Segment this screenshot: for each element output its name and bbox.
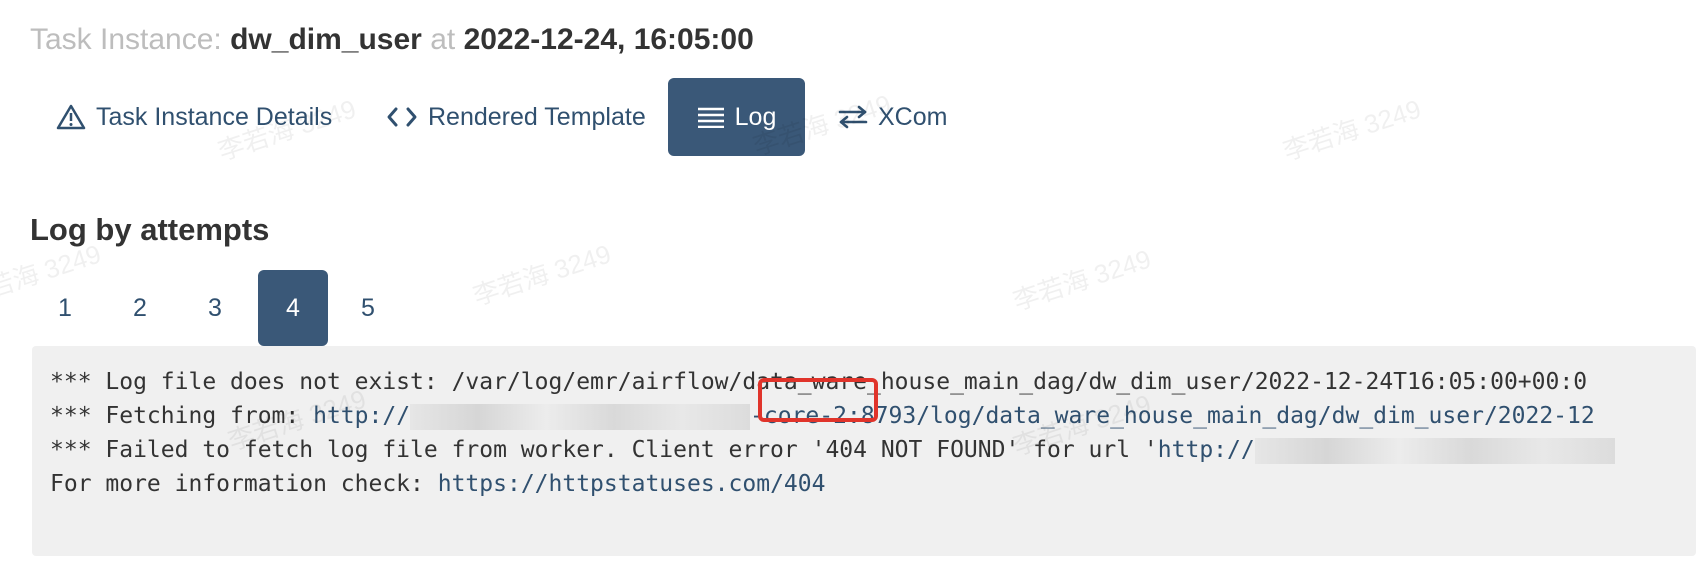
tab-task-instance-details[interactable]: Task Instance Details: [56, 78, 332, 156]
attempt-tab-4[interactable]: 4: [258, 270, 328, 346]
attempt-tab-2[interactable]: 2: [105, 270, 175, 346]
page-title: Task Instance: dw_dim_user at 2022-12-24…: [30, 18, 754, 62]
list-lines-icon: [697, 106, 725, 128]
watermark-text: 李若海 3249: [469, 238, 615, 312]
warning-triangle-icon: [56, 104, 86, 130]
redacted-hostname: [410, 403, 751, 430]
log-line-prefix: For more information check:: [50, 471, 438, 497]
log-section-title: Log by attempts: [30, 212, 270, 247]
log-line-4: For more information check: https://http…: [50, 468, 825, 500]
attempt-tab-5[interactable]: 5: [333, 270, 403, 346]
redacted-url: [1254, 437, 1615, 464]
failed-url-start[interactable]: http://: [1158, 437, 1255, 463]
log-line-prefix: *** Fetching from:: [50, 403, 314, 429]
tab-log[interactable]: Log: [668, 78, 805, 156]
tab-label: Log: [734, 102, 777, 131]
http-status-link[interactable]: https://httpstatuses.com/404: [438, 471, 826, 497]
watermark-text: 李若海 3249: [1009, 243, 1155, 317]
code-brackets-icon: [386, 106, 418, 128]
execution-datetime: 2022-12-24, 16:05:00: [463, 23, 754, 56]
exchange-arrows-icon: [838, 105, 868, 129]
worker-log-url-start[interactable]: http://: [313, 403, 410, 429]
task-id: dw_dim_user: [230, 23, 422, 56]
watermark-text: 李若海 3249: [1279, 93, 1425, 167]
tab-label: Rendered Template: [428, 102, 646, 131]
title-at: at: [430, 23, 456, 56]
highlight-annotation-box: [758, 378, 878, 422]
attempt-tab-1[interactable]: 1: [30, 270, 100, 346]
tab-label: XCom: [878, 102, 948, 131]
tab-rendered-template[interactable]: Rendered Template: [386, 78, 646, 156]
log-line-3: *** Failed to fetch log file from worker…: [50, 434, 1615, 466]
log-line-prefix: *** Failed to fetch log file from worker…: [50, 437, 1158, 463]
attempt-tab-3[interactable]: 3: [180, 270, 250, 346]
tab-label: Task Instance Details: [96, 102, 333, 131]
tab-xcom[interactable]: XCom: [838, 78, 947, 156]
title-prefix: Task Instance:: [30, 23, 222, 56]
